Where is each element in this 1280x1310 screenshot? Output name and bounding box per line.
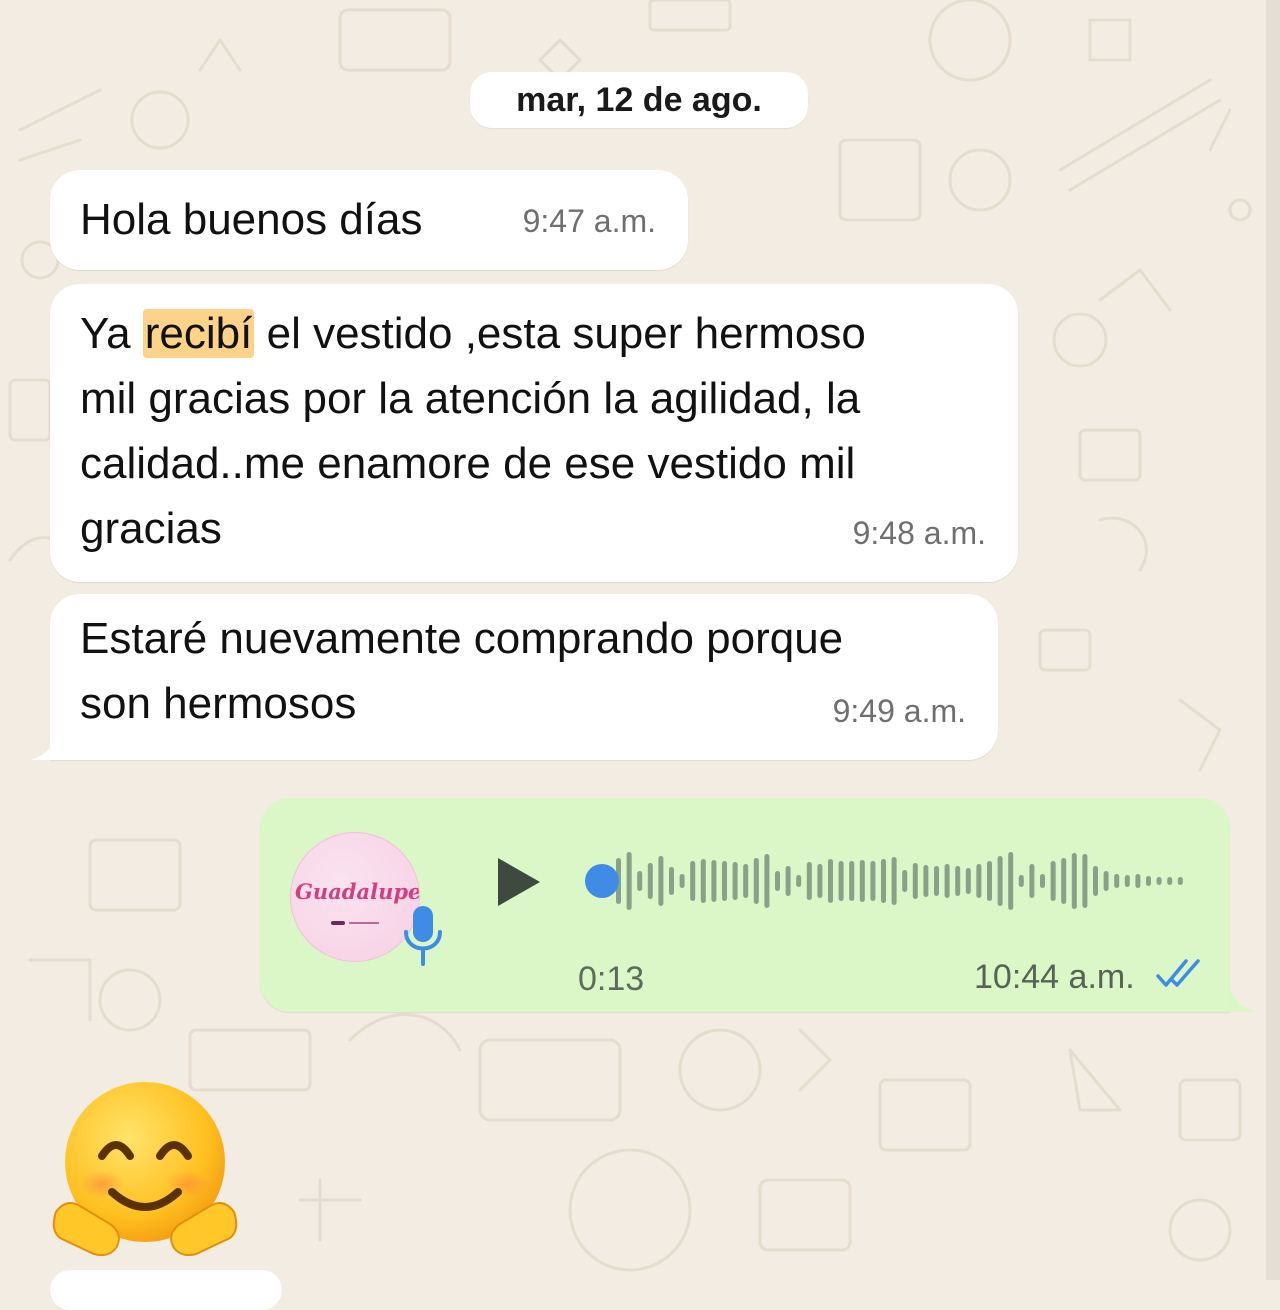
voice-waveform[interactable] — [582, 848, 1192, 914]
waveform-bar — [785, 866, 791, 896]
waveform-bar — [1103, 871, 1109, 891]
waveform-bar — [1082, 854, 1088, 908]
incoming-message[interactable]: Estaré nuevamente comprando porque son h… — [50, 594, 998, 760]
waveform-bar — [923, 865, 929, 897]
waveform-bar — [753, 858, 759, 904]
next-message-edge — [50, 1270, 282, 1310]
incoming-message[interactable]: Ya recibí el vestido ,esta super hermoso… — [50, 284, 1018, 582]
waveform-bar — [658, 856, 664, 906]
avatar-logo-underline — [331, 921, 379, 925]
waveform-bar — [722, 861, 727, 901]
waveform-bar — [711, 860, 717, 902]
waveform-bar — [806, 862, 812, 900]
scroll-edge — [1266, 0, 1280, 1280]
waveform-bar — [1135, 874, 1141, 888]
waveform-bar — [944, 864, 950, 898]
waveform-bar — [1114, 874, 1120, 888]
waveform-bar — [1050, 861, 1056, 901]
waveform-bar — [775, 871, 780, 891]
waveform-bar — [955, 866, 961, 896]
search-highlight: recibí — [142, 309, 255, 358]
waveform-bar — [637, 871, 643, 891]
waveform-bar — [912, 863, 918, 899]
playback-scrubber[interactable] — [585, 864, 619, 898]
waveform-bar — [902, 870, 908, 892]
waveform-bar — [1040, 874, 1045, 888]
message-time: 9:47 a.m. — [522, 203, 656, 239]
message-text: Estaré nuevamente comprando porque son h… — [80, 594, 843, 736]
message-line: mil gracias por la atención la agilidad,… — [80, 374, 861, 423]
message-line: son hermosos — [80, 679, 357, 728]
outgoing-voice-message[interactable]: Guadalupe 0:13 10:44 a.m. — [260, 798, 1230, 1012]
read-receipt-icon — [1156, 959, 1200, 987]
message-time: 10:44 a.m. — [974, 958, 1135, 996]
waveform-bar — [743, 864, 749, 898]
waveform-bar — [1061, 858, 1067, 904]
hugging-face-emoji[interactable] — [50, 1080, 240, 1256]
waveform-bar — [764, 854, 770, 908]
waveform-bar — [817, 864, 823, 898]
waveform-bar — [647, 863, 653, 899]
waveform-bar — [1177, 877, 1183, 885]
waveform-bar — [828, 859, 833, 903]
waveform-bar — [690, 861, 696, 901]
waveform-bar — [1008, 852, 1014, 910]
waveform-bar — [669, 867, 674, 895]
message-text: Hola buenos días — [80, 187, 422, 252]
waveform-bar — [934, 866, 939, 896]
waveform-bar — [1167, 877, 1173, 885]
waveform-bar — [838, 861, 844, 901]
message-text-part: Ya — [80, 309, 143, 358]
waveform-bar — [1156, 877, 1162, 885]
waveform-bar — [1124, 875, 1130, 887]
waveform-bar — [1093, 866, 1098, 896]
message-time: 9:48 a.m. — [852, 515, 986, 551]
waveform-bar — [1029, 864, 1035, 898]
waveform-bar — [870, 861, 876, 901]
waveform-bar — [976, 864, 982, 898]
waveform-bar — [891, 857, 897, 905]
waveform-bar — [859, 860, 865, 902]
date-separator: mar, 12 de ago. — [470, 72, 808, 128]
waveform-bar — [626, 852, 632, 910]
waveform-bar — [679, 874, 685, 888]
play-icon[interactable] — [492, 854, 544, 910]
waveform-bar — [849, 861, 855, 901]
message-line: Ya recibí el vestido ,esta super hermoso — [80, 284, 866, 366]
message-line: gracias — [80, 504, 222, 553]
waveform-bar — [796, 875, 802, 887]
voice-duration: 0:13 — [578, 960, 645, 998]
waveform-bar — [732, 862, 738, 900]
waveform-bar — [700, 859, 706, 903]
message-line: Estaré nuevamente comprando porque — [80, 614, 844, 663]
microphone-icon — [404, 906, 442, 966]
waveform-bar — [881, 859, 886, 903]
waveform-bar — [997, 856, 1003, 906]
incoming-message[interactable]: Hola buenos días 9:47 a.m. — [50, 170, 688, 270]
waveform-bar — [965, 868, 971, 894]
waveform-bar — [1071, 853, 1077, 909]
waveform-bar — [1018, 875, 1024, 887]
message-text: Ya recibí el vestido ,esta super hermoso… — [80, 284, 866, 561]
message-line: calidad..me enamore de ese vestido mil — [80, 439, 856, 488]
avatar-logo: Guadalupe — [295, 879, 420, 904]
message-text-part: el vestido ,esta super hermoso — [254, 309, 866, 358]
message-line: Hola buenos días — [80, 195, 423, 244]
waveform-bar — [987, 861, 992, 901]
message-time: 9:49 a.m. — [832, 693, 966, 729]
waveform-bar — [1146, 876, 1151, 886]
